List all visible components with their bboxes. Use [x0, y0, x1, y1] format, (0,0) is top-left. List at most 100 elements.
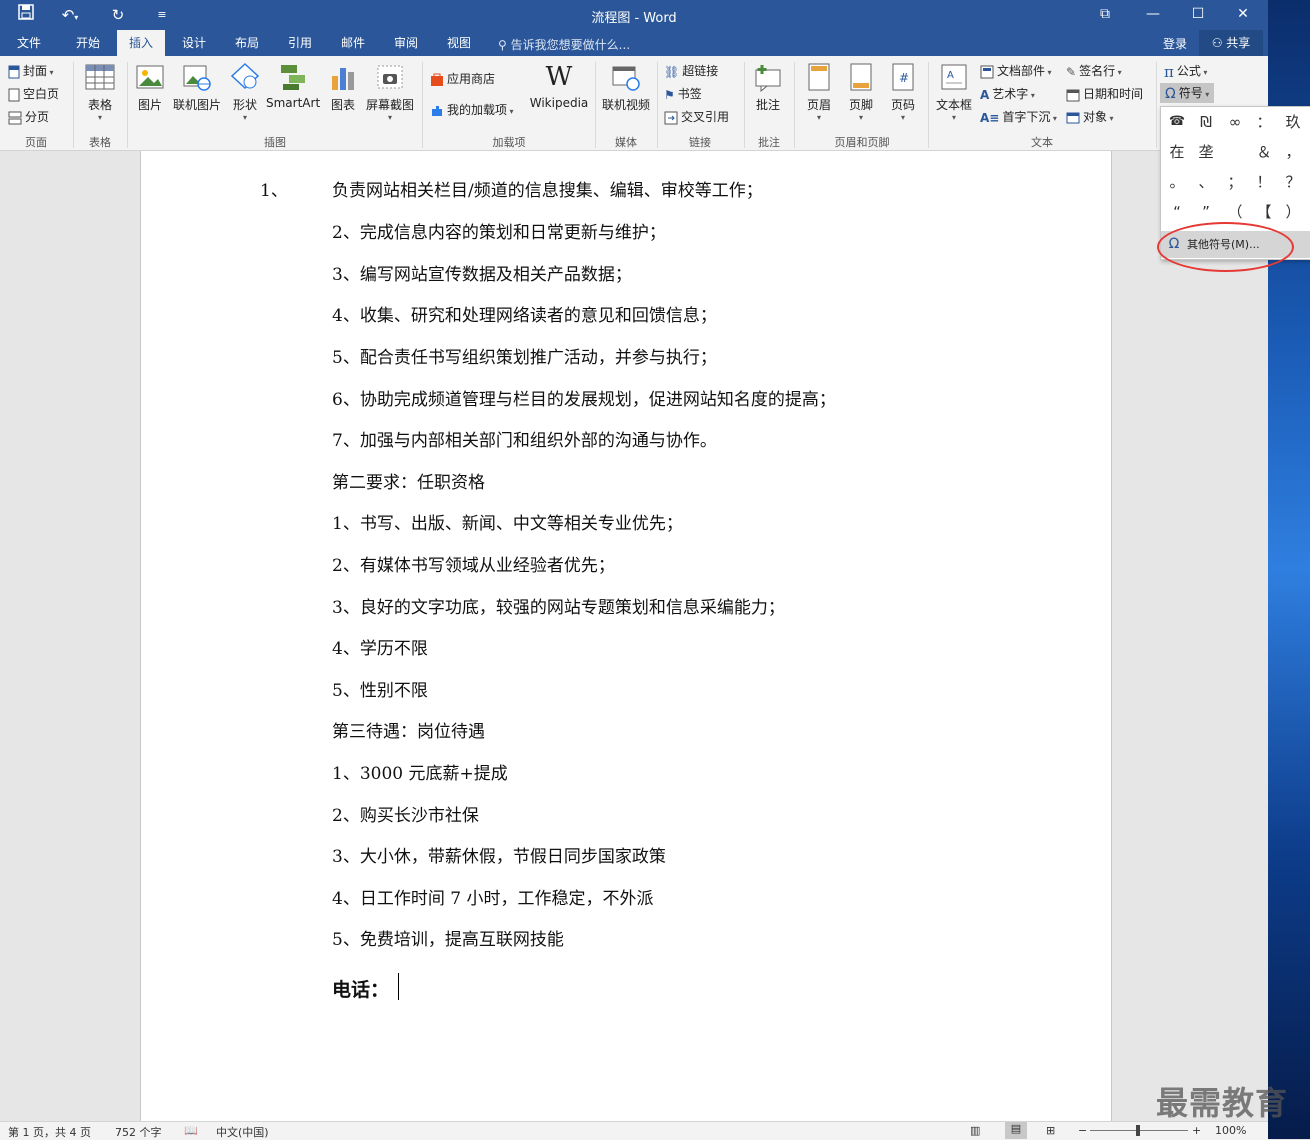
word-count[interactable]: 752 个字: [115, 1124, 162, 1140]
tab-mailings[interactable]: 邮件: [329, 30, 377, 56]
quick-parts-button[interactable]: 文档部件 ▾: [980, 61, 1052, 81]
wikipedia-button[interactable]: W Wikipedia: [528, 62, 590, 132]
document-page[interactable]: [140, 151, 1112, 1126]
symbol-cell[interactable]: ，: [1280, 139, 1306, 165]
status-bar: 第 1 页，共 4 页 752 个字 📖 中文(中国) ▥ ▤ ⊞ − + 10…: [0, 1121, 1268, 1140]
symbol-button[interactable]: Ω 符号 ▾: [1160, 83, 1215, 103]
document-line: 负责网站相关栏目/频道的信息搜集、编辑、审校等工作；: [332, 181, 763, 201]
group-label-addins: 加载项: [492, 136, 526, 149]
store-button[interactable]: 应用商店: [430, 69, 495, 89]
minimize-button[interactable]: —: [1130, 0, 1176, 30]
tab-file[interactable]: 文件: [6, 30, 52, 56]
title-bar: ↶▾ ↻ ≡ 流程图 - Word ⧉ — ☐ ✕: [0, 0, 1268, 30]
document-line: 6、协助完成频道管理与栏目的发展规划，促进网站知名度的提高；: [332, 390, 836, 410]
symbol-cell[interactable]: ₪: [1193, 109, 1219, 135]
group-divider: [928, 62, 929, 148]
symbol-cell[interactable]: 玖: [1280, 109, 1306, 135]
highlight-ellipse: [1157, 222, 1294, 272]
share-button[interactable]: ⚇ 共享: [1199, 30, 1263, 56]
tab-design[interactable]: 设计: [170, 30, 218, 56]
bookmark-button[interactable]: ⚑ 书签: [664, 84, 702, 104]
login-link[interactable]: 登录: [1163, 35, 1187, 52]
document-line: 5、性别不限: [332, 681, 428, 701]
symbol-cell[interactable]: “: [1164, 199, 1190, 225]
cover-page-button[interactable]: 封面 ▾: [8, 61, 54, 81]
ribbon-tab-bar: 文件 开始 插入 设计 布局 引用 邮件 审阅 视图 ⚲ 告诉我您想要做什么..…: [0, 30, 1268, 56]
table-button[interactable]: 表格 ▾: [80, 62, 120, 132]
watermark: 最需教育: [1156, 1084, 1289, 1122]
tell-me-box[interactable]: ⚲ 告诉我您想要做什么...: [498, 36, 630, 53]
symbol-cell[interactable]: [1222, 139, 1248, 165]
tab-insert[interactable]: 插入: [117, 30, 165, 56]
text-cursor: [398, 973, 399, 1000]
date-time-button[interactable]: 日期和时间: [1066, 84, 1143, 104]
symbol-cell[interactable]: ”: [1193, 199, 1219, 225]
read-mode-icon[interactable]: ▥: [970, 1124, 980, 1137]
symbol-cell[interactable]: ）: [1280, 199, 1306, 225]
picture-button[interactable]: 图片: [132, 62, 168, 132]
wikipedia-icon: W: [545, 62, 573, 92]
blank-page-button[interactable]: 空白页: [8, 84, 59, 104]
cross-reference-button[interactable]: 交叉引用: [664, 107, 729, 127]
group-label-text: 文本: [1031, 136, 1053, 149]
online-picture-button[interactable]: 联机图片: [172, 62, 222, 132]
list-number: 1、: [260, 181, 288, 201]
wordart-icon: A: [980, 87, 990, 102]
tab-home[interactable]: 开始: [64, 30, 112, 56]
close-button[interactable]: ✕: [1220, 0, 1266, 30]
proofing-icon[interactable]: 📖: [184, 1124, 198, 1137]
symbol-cell[interactable]: 垄: [1193, 139, 1219, 165]
textbox-button[interactable]: A 文本框 ▾: [934, 62, 974, 132]
tab-layout[interactable]: 布局: [223, 30, 271, 56]
symbol-cell[interactable]: ；: [1222, 169, 1248, 195]
dropcap-icon: A≡: [980, 110, 1000, 125]
signature-line-button[interactable]: ✎ 签名行 ▾: [1066, 61, 1122, 81]
zoom-slider-thumb[interactable]: [1136, 1125, 1140, 1136]
language-indicator[interactable]: 中文(中国): [216, 1124, 269, 1140]
symbol-cell[interactable]: 在: [1164, 139, 1190, 165]
symbol-cell[interactable]: 。: [1164, 169, 1190, 195]
flag-icon: ⚑: [664, 87, 675, 102]
symbol-cell[interactable]: ∞: [1222, 109, 1248, 135]
group-divider: [744, 62, 745, 148]
ribbon-display-icon[interactable]: ⧉: [1082, 0, 1128, 30]
symbol-cell[interactable]: ：: [1251, 109, 1277, 135]
zoom-level[interactable]: 100%: [1215, 1124, 1246, 1137]
document-line: 3、良好的文字功底，较强的网站专题策划和信息采编能力；: [332, 598, 785, 618]
footer-button[interactable]: 页脚 ▾: [844, 62, 878, 132]
tab-view[interactable]: 视图: [435, 30, 483, 56]
dropcap-button[interactable]: A≡ 首字下沉 ▾: [980, 107, 1057, 127]
symbol-cell[interactable]: 【: [1251, 199, 1277, 225]
maximize-button[interactable]: ☐: [1175, 0, 1221, 30]
page-number-button[interactable]: # 页码 ▾: [886, 62, 920, 132]
equation-button[interactable]: π 公式 ▾: [1164, 61, 1207, 81]
online-video-button[interactable]: 联机视频: [600, 62, 652, 132]
symbol-cell[interactable]: ！: [1251, 169, 1277, 195]
wordart-button[interactable]: A 艺术字 ▾: [980, 84, 1035, 104]
header-button[interactable]: 页眉 ▾: [802, 62, 836, 132]
symbol-cell[interactable]: 、: [1193, 169, 1219, 195]
tab-references[interactable]: 引用: [276, 30, 324, 56]
tab-review[interactable]: 审阅: [382, 30, 430, 56]
hyperlink-button[interactable]: ⛓ 超链接: [664, 61, 718, 81]
chart-button[interactable]: 图表: [328, 62, 358, 132]
my-addins-button[interactable]: 我的加载项 ▾: [430, 100, 514, 120]
shapes-button[interactable]: 形状 ▾: [228, 62, 262, 132]
new-comment-button[interactable]: 批注: [750, 62, 786, 132]
symbol-cell[interactable]: ☎: [1164, 109, 1190, 135]
print-layout-icon[interactable]: ▤: [1005, 1122, 1027, 1139]
zoom-in-button[interactable]: +: [1192, 1124, 1201, 1137]
screenshot-button[interactable]: 屏幕截图 ▾: [362, 62, 418, 132]
smartart-button[interactable]: SmartArt: [266, 62, 320, 132]
document-line: 2、购买长沙市社保: [332, 806, 479, 826]
person-icon: ⚇: [1211, 36, 1223, 50]
page-break-button[interactable]: 分页: [8, 107, 49, 127]
zoom-out-button[interactable]: −: [1078, 1124, 1087, 1137]
page-count[interactable]: 第 1 页，共 4 页: [8, 1124, 91, 1140]
document-line: 1、3000 元底薪+提成: [332, 764, 508, 784]
group-label-tables: 表格: [89, 136, 111, 149]
web-layout-icon[interactable]: ⊞: [1046, 1124, 1055, 1137]
symbol-cell[interactable]: ＆: [1251, 139, 1277, 165]
object-button[interactable]: 对象 ▾: [1066, 107, 1114, 127]
symbol-cell[interactable]: ？: [1280, 169, 1306, 195]
